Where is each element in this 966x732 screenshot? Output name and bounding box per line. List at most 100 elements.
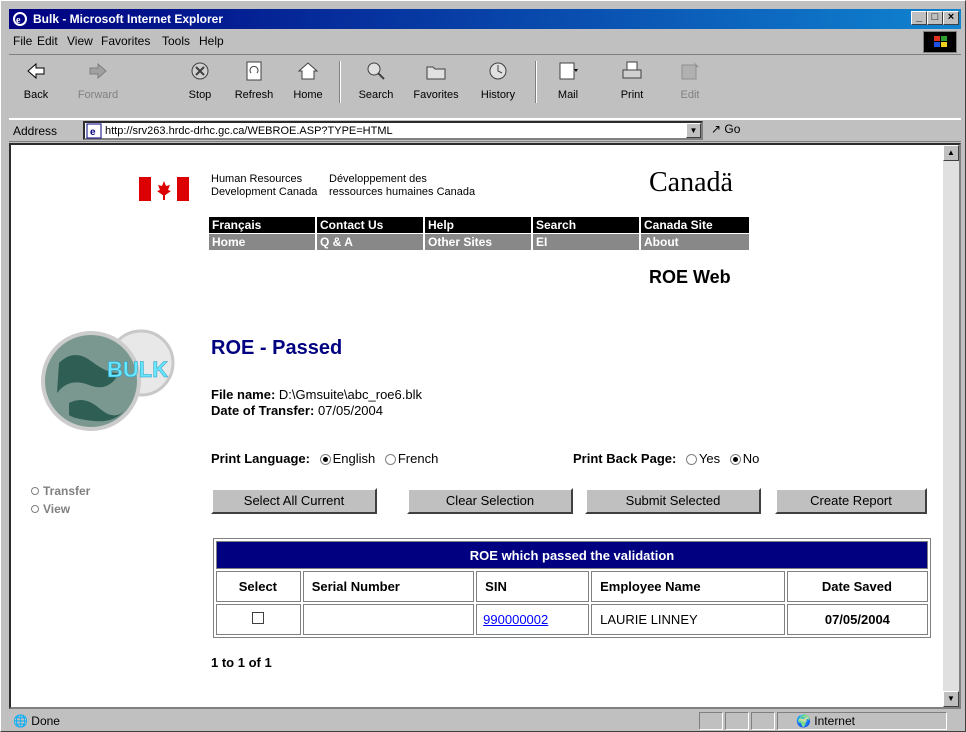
header-employee-name: Employee Name (591, 571, 785, 602)
search-icon (367, 62, 385, 80)
print-back-page-group: Print Back Page: Yes No (573, 451, 760, 466)
go-arrow-icon: ↗ (711, 122, 722, 136)
scroll-up-icon[interactable]: ▲ (943, 145, 959, 161)
nav-home[interactable]: Home (209, 234, 315, 250)
app-name: ROE Web (649, 267, 731, 287)
refresh-icon (246, 61, 262, 81)
menu-file[interactable]: File (13, 34, 32, 48)
menu-favorites[interactable]: Favorites (101, 34, 150, 48)
radio-no[interactable] (729, 454, 741, 466)
employee-name-cell: LAURIE LINNEY (591, 604, 785, 635)
table-header-row: Select Serial Number SIN Employee Name D… (216, 571, 928, 602)
globe-icon: 🌍 (796, 714, 811, 728)
nav-q-and-a[interactable]: Q & A (317, 234, 423, 250)
minimize-button[interactable]: _ (911, 11, 927, 25)
address-input[interactable]: e http://srv263.hrdc-drhc.gc.ca/WEBROE.A… (83, 121, 703, 140)
edit-page-icon (681, 62, 699, 80)
date-of-transfer-value: 07/05/2004 (317, 403, 384, 418)
mail-icon (559, 62, 578, 80)
select-all-current-button[interactable]: Select All Current (211, 488, 377, 514)
scroll-down-icon[interactable]: ▼ (943, 691, 959, 707)
nav-ei[interactable]: EI (533, 234, 639, 250)
mail-button[interactable]: Mail (541, 59, 595, 101)
nav-francais[interactable]: Français (209, 217, 315, 233)
canada-flag-icon (139, 177, 189, 201)
favorites-button[interactable]: Favorites (409, 59, 463, 101)
standard-toolbar: Back Forward Stop Refresh Home Search Fa… (9, 54, 961, 120)
menu-help[interactable]: Help (199, 34, 224, 48)
history-icon (489, 62, 507, 80)
ie-logo-icon: e (13, 12, 27, 26)
header-sin: SIN (476, 571, 590, 602)
vertical-scrollbar[interactable]: ▲ ▼ (943, 145, 959, 707)
nav-search[interactable]: Search (533, 217, 639, 233)
ie-page-icon: e (86, 123, 102, 139)
header-date-saved: Date Saved (786, 571, 928, 602)
select-cell (216, 604, 301, 635)
department-name-en: Human Resources Development Canada (211, 173, 318, 198)
sidebar-link-view[interactable]: View (31, 501, 70, 516)
header-select: Select (216, 571, 301, 602)
canada-wordmark: Canadä (649, 167, 733, 198)
sidebar-link-transfer[interactable]: Transfer (31, 483, 90, 498)
menu-tools[interactable]: Tools (162, 34, 190, 48)
sin-cell: 990000002 (476, 604, 590, 635)
history-button[interactable]: History (471, 59, 525, 101)
browser-window: e Bulk - Microsoft Internet Explorer _ □… (0, 0, 966, 732)
favorites-folder-icon (426, 66, 446, 80)
maximize-button[interactable]: □ (927, 11, 943, 25)
title-bar: e Bulk - Microsoft Internet Explorer _ □… (9, 9, 961, 29)
status-bar: 🌐 Done 🌍 Internet (9, 711, 961, 731)
search-button[interactable]: Search (349, 59, 403, 101)
submit-selected-button[interactable]: Submit Selected (585, 488, 761, 514)
window-title: Bulk - Microsoft Internet Explorer (33, 12, 224, 26)
nav-about[interactable]: About (641, 234, 749, 250)
page-title: ROE - Passed (211, 337, 343, 359)
back-arrow-icon (27, 62, 45, 80)
svg-text:BULK: BULK (107, 357, 168, 382)
nav-help[interactable]: Help (425, 217, 531, 233)
back-button[interactable]: Back (9, 59, 63, 101)
edit-button[interactable]: Edit (663, 59, 717, 101)
nav-contact-us[interactable]: Contact Us (317, 217, 423, 233)
date-of-transfer-line: Date of Transfer: 07/05/2004 (211, 403, 384, 418)
bullet-icon (31, 486, 39, 495)
clear-selection-button[interactable]: Clear Selection (407, 488, 573, 514)
date-saved-cell: 07/05/2004 (786, 604, 928, 635)
select-checkbox[interactable] (252, 612, 265, 624)
sin-link[interactable]: 990000002 (483, 612, 548, 627)
status-text: 🌐 Done (13, 714, 60, 728)
serial-number-cell (302, 604, 475, 635)
svg-text:e: e (90, 127, 96, 138)
nav-canada-site[interactable]: Canada Site (641, 217, 749, 233)
create-report-button[interactable]: Create Report (775, 488, 927, 514)
print-button[interactable]: Print (605, 59, 659, 101)
svg-text:e: e (16, 15, 21, 26)
go-button[interactable]: ↗ Go (707, 122, 755, 140)
radio-french[interactable] (384, 454, 396, 466)
close-button[interactable]: × (943, 11, 959, 25)
toolbar-separator (535, 61, 537, 103)
nav-other-sites[interactable]: Other Sites (425, 234, 531, 250)
address-dropdown-icon[interactable]: ▼ (686, 123, 701, 138)
address-url: http://srv263.hrdc-drhc.gc.ca/WEBROE.ASP… (105, 125, 393, 137)
forward-button[interactable]: Forward (71, 59, 125, 101)
stop-icon (191, 62, 209, 80)
menu-edit[interactable]: Edit (37, 34, 58, 48)
header-serial-number: Serial Number (302, 571, 475, 602)
print-language-group: Print Language: English French (211, 451, 439, 466)
refresh-button[interactable]: Refresh (227, 59, 281, 101)
file-name-value: D:\Gmsuite\abc_roe6.blk (278, 387, 422, 402)
windows-logo-icon (923, 31, 957, 53)
radio-yes[interactable] (685, 454, 697, 466)
record-count: 1 to 1 of 1 (211, 655, 272, 670)
menu-view[interactable]: View (67, 34, 93, 48)
home-button[interactable]: Home (281, 59, 335, 101)
security-zone: 🌍 Internet (777, 712, 947, 730)
stop-button[interactable]: Stop (173, 59, 227, 101)
passed-roe-table: ROE which passed the validation Select S… (213, 538, 931, 638)
address-label: Address (13, 124, 58, 138)
radio-english[interactable] (319, 454, 331, 466)
file-name-line: File name: D:\Gmsuite\abc_roe6.blk (211, 387, 422, 402)
department-name-fr: Développement des ressources humaines Ca… (329, 173, 476, 198)
